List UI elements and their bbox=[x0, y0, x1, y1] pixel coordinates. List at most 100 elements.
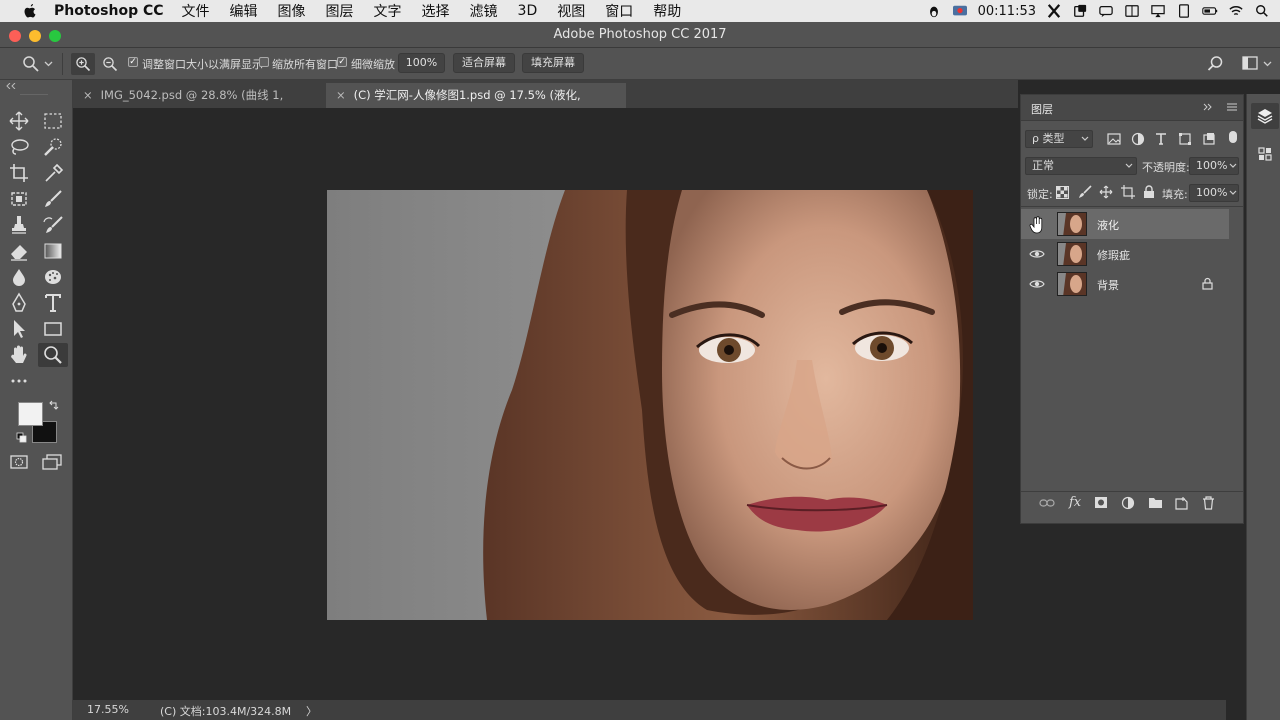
menu-filter[interactable]: 滤镜 bbox=[470, 1, 498, 21]
gradient-tool[interactable] bbox=[41, 240, 65, 262]
fit-screen-button[interactable]: 适合屏幕 bbox=[453, 53, 515, 73]
screen-record-icon[interactable] bbox=[952, 4, 968, 18]
filter-smart-object-icon[interactable] bbox=[1202, 132, 1216, 146]
chevron-down-icon[interactable] bbox=[1229, 190, 1237, 196]
frame-tool[interactable] bbox=[7, 188, 31, 210]
zoom-level[interactable]: 17.55% bbox=[87, 703, 129, 716]
layer-name[interactable]: 液化 bbox=[1097, 217, 1119, 233]
clock[interactable]: 00:11:53 bbox=[978, 4, 1036, 19]
layer-name[interactable]: 背景 bbox=[1097, 277, 1119, 293]
zoom-in-button[interactable] bbox=[71, 53, 95, 75]
tab-img-5042[interactable]: ×IMG_5042.psd @ 28.8% (曲线 1, RGB/8) * bbox=[73, 83, 326, 126]
filter-toggle[interactable] bbox=[1229, 131, 1237, 143]
layer-row-background[interactable]: 背景 bbox=[1021, 269, 1229, 299]
portrait-photo[interactable] bbox=[327, 190, 973, 620]
clipboard-icon[interactable] bbox=[1072, 4, 1088, 18]
app-menu[interactable]: Photoshop CC bbox=[54, 3, 164, 19]
lock-all-icon[interactable] bbox=[1143, 185, 1155, 199]
menu-image[interactable]: 图像 bbox=[278, 1, 306, 21]
link-layers-icon[interactable] bbox=[1039, 497, 1055, 509]
close-tab-icon[interactable]: × bbox=[336, 83, 346, 107]
zoom-all-windows-checkbox[interactable]: ✓ bbox=[259, 57, 269, 67]
lock-artboard-icon[interactable] bbox=[1121, 185, 1135, 199]
layer-row-liquify[interactable]: 液化 bbox=[1021, 209, 1229, 239]
marquee-tool[interactable] bbox=[41, 110, 65, 132]
qq-penguin-icon[interactable] bbox=[926, 4, 942, 18]
quick-mask-icon[interactable] bbox=[9, 454, 29, 470]
sidebar-icon[interactable] bbox=[1124, 4, 1140, 18]
chevron-down-icon[interactable] bbox=[1263, 60, 1272, 68]
search-spotlight-icon[interactable] bbox=[1254, 4, 1270, 18]
delete-layer-trash-icon[interactable] bbox=[1202, 496, 1215, 510]
fill-screen-button[interactable]: 填充屏幕 bbox=[522, 53, 584, 73]
close-tab-icon[interactable]: × bbox=[83, 83, 93, 107]
default-colors-icon[interactable] bbox=[16, 432, 28, 444]
zoom-tool-preset-icon[interactable] bbox=[22, 55, 40, 73]
chevron-down-icon[interactable] bbox=[44, 60, 53, 68]
resize-windows-checkbox[interactable]: ✓ bbox=[128, 57, 138, 67]
path-selection-tool[interactable] bbox=[7, 318, 31, 340]
airplay-icon[interactable] bbox=[1150, 4, 1166, 18]
filter-type-icon[interactable] bbox=[1154, 132, 1168, 146]
swap-colors-icon[interactable] bbox=[48, 400, 60, 412]
move-tool[interactable] bbox=[7, 110, 31, 132]
tab-portrait-retouch[interactable]: ×(C) 学汇网-人像修图1.psd @ 17.5% (液化, RGB/8*) … bbox=[326, 83, 626, 126]
wifi-icon[interactable] bbox=[1228, 4, 1244, 18]
menu-view[interactable]: 视图 bbox=[557, 1, 585, 21]
layer-name[interactable]: 修瑕疵 bbox=[1097, 247, 1130, 263]
clone-stamp-tool[interactable] bbox=[7, 214, 31, 236]
hand-cursor-icon[interactable] bbox=[1029, 216, 1045, 234]
layers-panel-toggle[interactable] bbox=[1251, 103, 1279, 129]
scrubby-zoom-checkbox[interactable]: ✓ bbox=[337, 57, 347, 67]
status-menu-arrow[interactable]: 〉 bbox=[306, 703, 317, 719]
filter-adjustment-icon[interactable] bbox=[1131, 132, 1145, 146]
filter-shape-icon[interactable] bbox=[1178, 132, 1192, 146]
type-tool[interactable] bbox=[41, 292, 65, 314]
document-size-info[interactable]: (C) 文档:103.4M/324.8M bbox=[160, 703, 291, 719]
menu-select[interactable]: 选择 bbox=[422, 1, 450, 21]
layer-row-retouch[interactable]: 修瑕疵 bbox=[1021, 239, 1229, 269]
fx-icon[interactable]: fx bbox=[1069, 495, 1081, 510]
chevron-down-icon[interactable] bbox=[1229, 163, 1237, 169]
blur-tool[interactable] bbox=[7, 266, 31, 288]
menu-edit[interactable]: 编辑 bbox=[230, 1, 258, 21]
zoom-tool[interactable] bbox=[41, 344, 65, 366]
lock-position-icon[interactable] bbox=[1099, 185, 1113, 199]
edit-toolbar-button[interactable] bbox=[7, 370, 31, 392]
screen-mode-icon[interactable] bbox=[42, 454, 62, 470]
hand-tool[interactable] bbox=[7, 344, 31, 366]
menu-help[interactable]: 帮助 bbox=[653, 1, 681, 21]
menu-window[interactable]: 窗口 bbox=[605, 1, 633, 21]
libraries-icon[interactable] bbox=[1257, 146, 1273, 162]
eyedropper-tool[interactable] bbox=[41, 162, 65, 184]
message-icon[interactable] bbox=[1098, 4, 1114, 18]
add-mask-icon[interactable] bbox=[1094, 496, 1108, 509]
quick-selection-tool[interactable] bbox=[41, 136, 65, 158]
x-app-icon[interactable] bbox=[1046, 4, 1062, 18]
lock-transparent-icon[interactable] bbox=[1056, 186, 1069, 199]
new-layer-icon[interactable] bbox=[1175, 496, 1188, 510]
brush-tool[interactable] bbox=[41, 188, 65, 210]
zoom-100-button[interactable]: 100% bbox=[398, 53, 445, 73]
new-group-folder-icon[interactable] bbox=[1148, 496, 1163, 509]
collapse-double-chevron-icon[interactable] bbox=[6, 83, 16, 89]
new-adjustment-icon[interactable] bbox=[1121, 496, 1135, 510]
history-brush-tool[interactable] bbox=[41, 214, 65, 236]
collapse-panel-icon[interactable] bbox=[1203, 103, 1213, 111]
workspace-icon[interactable] bbox=[1242, 56, 1258, 70]
eraser-tool[interactable] bbox=[7, 240, 31, 262]
lock-pixels-brush-icon[interactable] bbox=[1078, 185, 1092, 199]
menu-file[interactable]: 文件 bbox=[182, 1, 210, 21]
search-icon[interactable] bbox=[1207, 55, 1224, 72]
layers-panel-title[interactable]: 图层 bbox=[1031, 101, 1053, 117]
eye-visibility-icon[interactable] bbox=[1029, 248, 1045, 260]
crop-tool[interactable] bbox=[7, 162, 31, 184]
pen-tool[interactable] bbox=[7, 292, 31, 314]
menu-type[interactable]: 文字 bbox=[374, 1, 402, 21]
battery-icon[interactable] bbox=[1202, 4, 1218, 18]
rectangle-tool[interactable] bbox=[41, 318, 65, 340]
zoom-out-button[interactable] bbox=[99, 53, 121, 75]
eye-visibility-icon[interactable] bbox=[1029, 278, 1045, 290]
display-icon[interactable] bbox=[1176, 4, 1192, 18]
sponge-tool[interactable] bbox=[41, 266, 65, 288]
